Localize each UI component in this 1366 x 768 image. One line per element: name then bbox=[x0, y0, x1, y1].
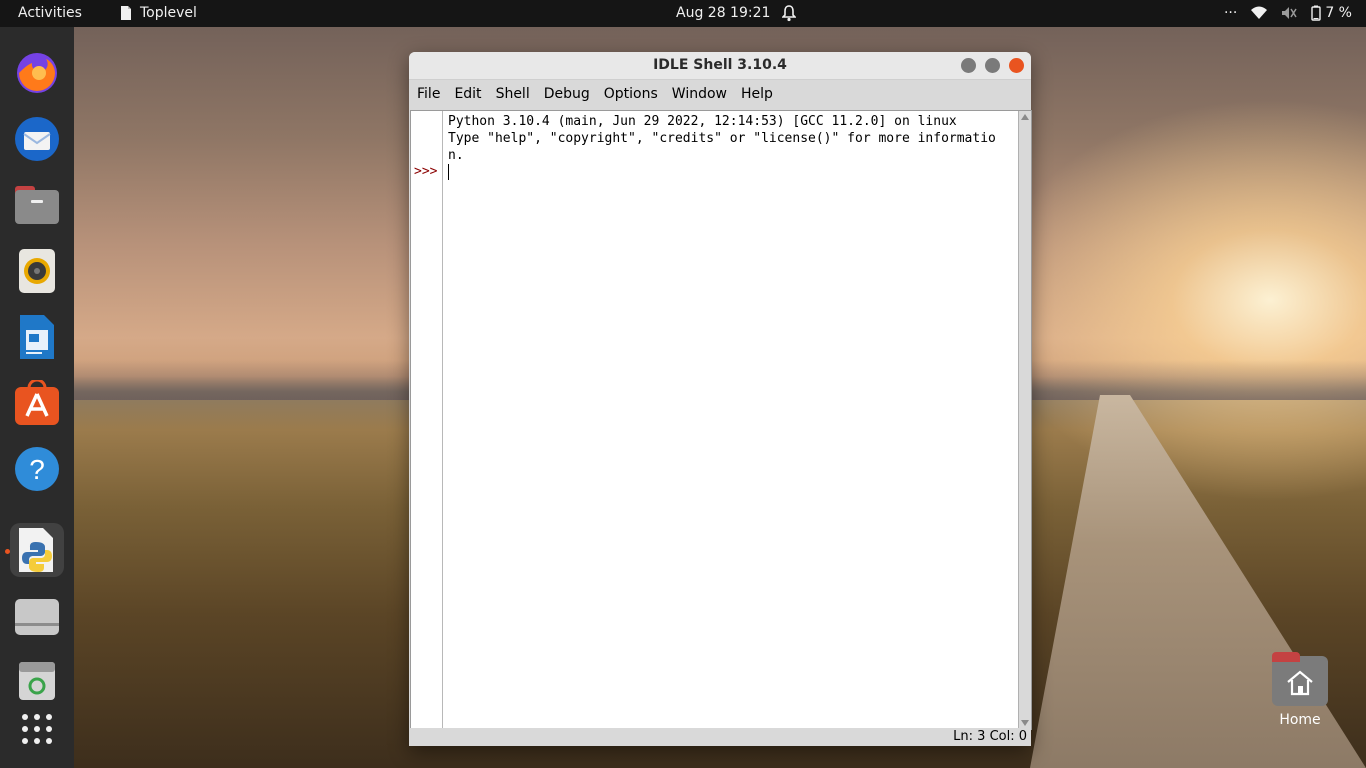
window-titlebar[interactable]: IDLE Shell 3.10.4 bbox=[409, 52, 1031, 80]
dock-item-idle[interactable] bbox=[10, 523, 64, 577]
idle-shell-window: IDLE Shell 3.10.4 File Edit Shell Debug … bbox=[409, 52, 1032, 746]
running-indicator bbox=[5, 549, 10, 554]
dock-item-files[interactable] bbox=[10, 178, 64, 232]
document-icon bbox=[20, 315, 54, 359]
folder-icon bbox=[15, 186, 59, 224]
dock-item-writer[interactable] bbox=[10, 310, 64, 364]
text-cursor bbox=[448, 164, 449, 180]
activities-button[interactable]: Activities bbox=[18, 5, 82, 21]
menu-window[interactable]: Window bbox=[672, 86, 727, 102]
status-bar: Ln: 3 Col: 0 bbox=[409, 728, 1031, 746]
system-status-area[interactable]: ··· 7 % bbox=[1224, 5, 1352, 21]
house-icon bbox=[1287, 670, 1313, 696]
mail-icon bbox=[15, 117, 59, 161]
maximize-button[interactable] bbox=[985, 58, 1000, 73]
trash-icon bbox=[19, 662, 55, 700]
drive-icon bbox=[15, 599, 59, 635]
menu-shell[interactable]: Shell bbox=[496, 86, 530, 102]
overflow-icon[interactable]: ··· bbox=[1224, 5, 1237, 21]
dock-item-disk[interactable] bbox=[10, 590, 64, 644]
window-title: IDLE Shell 3.10.4 bbox=[653, 57, 787, 73]
firefox-icon bbox=[17, 53, 57, 93]
battery-icon bbox=[1311, 5, 1322, 21]
app-menu[interactable]: Toplevel bbox=[118, 5, 197, 21]
show-applications-button[interactable] bbox=[10, 702, 64, 756]
wifi-icon bbox=[1251, 6, 1268, 19]
cursor-position: Ln: 3 Col: 0 bbox=[953, 729, 1027, 744]
scroll-down-arrow-icon[interactable] bbox=[1021, 720, 1029, 726]
dock: ? bbox=[0, 27, 74, 768]
shell-prompt: >>> bbox=[414, 164, 438, 179]
dock-item-trash[interactable] bbox=[10, 654, 64, 708]
home-folder-icon bbox=[1272, 652, 1328, 706]
grid-icon bbox=[22, 714, 52, 744]
shell-line: Python 3.10.4 (main, Jun 29 2022, 12:14:… bbox=[448, 114, 957, 129]
dock-item-help[interactable]: ? bbox=[10, 442, 64, 496]
desktop-home-icon[interactable]: Home bbox=[1264, 652, 1336, 728]
prompt-gutter: >>> bbox=[411, 111, 443, 729]
menu-file[interactable]: File bbox=[417, 86, 440, 102]
dock-item-rhythmbox[interactable] bbox=[10, 244, 64, 298]
menu-debug[interactable]: Debug bbox=[544, 86, 590, 102]
dock-item-app-center[interactable] bbox=[10, 376, 64, 430]
shell-output: Python 3.10.4 (main, Jun 29 2022, 12:14:… bbox=[448, 113, 996, 164]
close-button[interactable] bbox=[1009, 58, 1024, 73]
menu-bar: File Edit Shell Debug Options Window Hel… bbox=[409, 80, 1031, 108]
app-name: Toplevel bbox=[140, 5, 197, 21]
shell-line: n. bbox=[448, 148, 464, 163]
svg-text:?: ? bbox=[29, 454, 45, 485]
store-icon bbox=[15, 380, 59, 425]
clock[interactable]: Aug 28 19:21 bbox=[676, 5, 770, 21]
python-icon bbox=[19, 528, 53, 572]
minimize-button[interactable] bbox=[961, 58, 976, 73]
vertical-scrollbar[interactable] bbox=[1018, 111, 1031, 729]
home-label: Home bbox=[1279, 712, 1321, 728]
volume-muted-icon bbox=[1282, 7, 1297, 19]
menu-edit[interactable]: Edit bbox=[454, 86, 481, 102]
speaker-icon bbox=[19, 249, 55, 293]
shell-text-area[interactable]: >>> Python 3.10.4 (main, Jun 29 2022, 12… bbox=[410, 110, 1032, 730]
app-document-icon bbox=[121, 6, 131, 20]
shell-line: Type "help", "copyright", "credits" or "… bbox=[448, 131, 996, 146]
battery-percent: 7 % bbox=[1325, 5, 1352, 21]
scroll-up-arrow-icon[interactable] bbox=[1021, 114, 1029, 120]
menu-help[interactable]: Help bbox=[741, 86, 773, 102]
menu-options[interactable]: Options bbox=[604, 86, 658, 102]
notification-bell-icon[interactable] bbox=[782, 4, 796, 22]
dock-item-firefox[interactable] bbox=[10, 46, 64, 100]
top-bar: Activities Toplevel Aug 28 19:21 ··· 7 % bbox=[0, 0, 1366, 27]
help-icon: ? bbox=[15, 447, 59, 491]
dock-item-thunderbird[interactable] bbox=[10, 112, 64, 166]
